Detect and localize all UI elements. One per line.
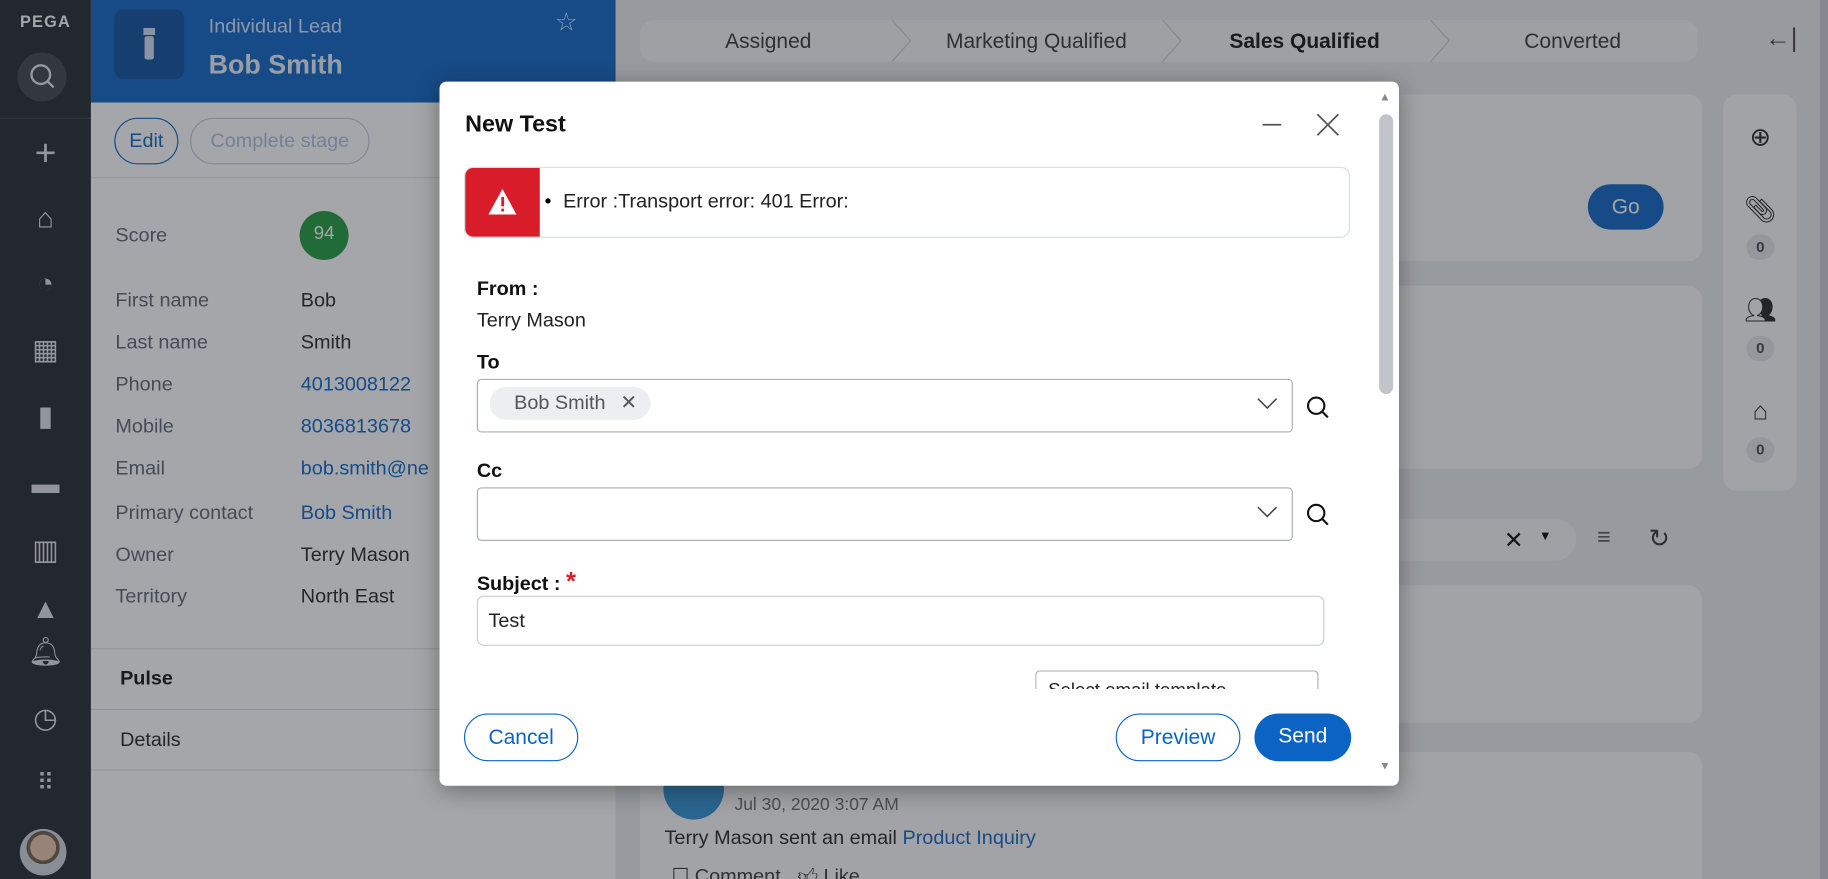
cc-field[interactable] [476,487,1293,541]
error-banner: • Error :Transport error: 401 Error: [463,166,1351,238]
chevron-down-icon[interactable] [1254,391,1280,417]
email-template-select[interactable]: Select email template [1035,670,1319,689]
preview-button[interactable]: Preview [1115,713,1241,762]
dialog-scrollbar[interactable] [1379,114,1394,395]
close-icon[interactable] [1316,113,1339,136]
send-button[interactable]: Send [1254,713,1352,762]
cc-search-icon[interactable] [1305,501,1333,529]
remove-chip-icon[interactable]: ✕ [620,392,637,414]
subject-label: Subject : * [476,566,577,596]
dialog-title: New Test [465,111,566,138]
from-label: From : [476,277,539,300]
from-value: Terry Mason [476,308,586,332]
required-marker: * [566,566,577,596]
minimize-icon[interactable] [1260,113,1283,136]
to-search-icon[interactable] [1305,394,1333,422]
to-label: To [476,350,500,374]
new-test-dialog: New Test • Error :Transport error: 401 E… [439,81,1399,786]
chevron-down-icon[interactable] [1254,499,1280,525]
warning-icon [465,167,540,237]
recipient-chip: Bob Smith ✕ [489,387,652,420]
to-field[interactable]: Bob Smith ✕ [476,378,1293,433]
scroll-up-icon[interactable]: ▲ [1379,91,1391,104]
subject-input[interactable]: Test [476,595,1325,646]
cc-label: Cc [476,459,503,482]
cancel-button[interactable]: Cancel [463,713,579,762]
scroll-down-icon[interactable]: ▼ [1379,760,1391,773]
error-message: Error :Transport error: 401 Error: [563,190,849,213]
